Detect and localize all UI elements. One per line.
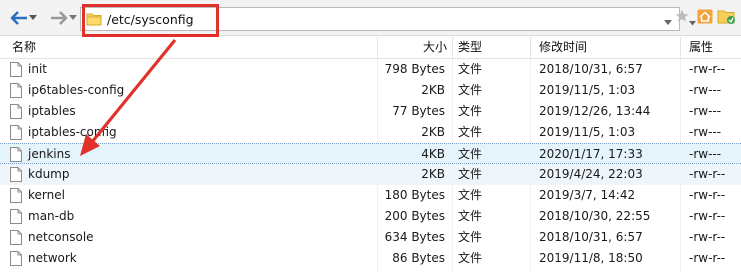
file-size: 2KB	[421, 167, 445, 181]
file-attributes: -rw-r--	[689, 251, 726, 265]
file-modified: 2018/10/31, 6:57	[539, 230, 643, 244]
file-modified: 2019/11/5, 1:03	[539, 125, 636, 139]
file-name: kernel	[28, 188, 65, 202]
file-row[interactable]: iptables-config 2KB 文件 2019/11/5, 1:03 -…	[0, 122, 741, 143]
file-modified: 2019/4/24, 22:03	[539, 167, 643, 181]
home-icon[interactable]	[697, 9, 713, 27]
back-history-dropdown[interactable]	[28, 9, 38, 27]
chevron-down-icon[interactable]	[689, 15, 696, 29]
file-size: 4KB	[421, 147, 445, 161]
folder-icon	[86, 12, 102, 29]
file-attributes: -rw-r--	[689, 209, 726, 223]
column-divider[interactable]	[452, 37, 453, 59]
file-size: 86 Bytes	[392, 251, 445, 265]
file-name: man-db	[28, 209, 75, 223]
file-modified: 2018/10/31, 6:57	[539, 62, 643, 76]
file-icon	[10, 147, 22, 165]
file-modified: 2019/11/5, 1:03	[539, 83, 636, 97]
file-type: 文件	[458, 125, 483, 139]
forward-button[interactable]	[48, 9, 70, 27]
file-name: init	[28, 62, 47, 76]
file-row[interactable]: man-db 200 Bytes 文件 2018/10/30, 22:55 -r…	[0, 206, 741, 227]
file-type: 文件	[458, 209, 483, 223]
file-icon	[10, 62, 22, 80]
file-icon	[10, 188, 22, 206]
star-icon[interactable]	[675, 9, 689, 26]
file-attributes: -rw---	[689, 83, 722, 97]
file-type: 文件	[458, 83, 483, 97]
file-type: 文件	[458, 104, 483, 118]
file-icon	[10, 209, 22, 227]
file-modified: 2019/11/8, 18:50	[539, 251, 643, 265]
file-attributes: -rw---	[689, 147, 722, 161]
file-row[interactable]: netconsole 634 Bytes 文件 2018/10/31, 6:57…	[0, 227, 741, 248]
address-dropdown-icon[interactable]	[664, 15, 672, 29]
back-button[interactable]	[8, 9, 30, 27]
forward-history-dropdown[interactable]	[68, 9, 78, 27]
file-type: 文件	[458, 62, 483, 76]
file-list-header: 名称 大小 类型 修改时间 属性	[0, 37, 741, 59]
file-modified: 2019/12/26, 13:44	[539, 104, 651, 118]
file-icon	[10, 104, 22, 122]
column-divider[interactable]	[377, 37, 378, 59]
forward-arrow-icon	[51, 11, 68, 25]
file-icon	[10, 83, 22, 101]
file-size: 77 Bytes	[392, 104, 445, 118]
file-attributes: -rw---	[689, 125, 722, 139]
column-header-attributes[interactable]: 属性	[689, 37, 713, 59]
file-type: 文件	[458, 188, 483, 202]
file-icon	[10, 251, 22, 269]
chevron-down-icon	[69, 15, 77, 20]
file-row[interactable]: kdump 2KB 文件 2019/4/24, 22:03 -rw-r--	[0, 164, 741, 185]
file-name: iptables-config	[28, 125, 117, 139]
file-modified: 2019/3/7, 14:42	[539, 188, 636, 202]
file-row[interactable]: kernel 180 Bytes 文件 2019/3/7, 14:42 -rw-…	[0, 185, 741, 206]
file-row-selected[interactable]: jenkins 4KB 文件 2020/1/17, 17:33 -rw---	[0, 143, 741, 164]
file-type: 文件	[458, 251, 483, 265]
file-icon	[10, 167, 22, 185]
column-divider[interactable]	[680, 37, 681, 59]
file-attributes: -rw-r--	[689, 188, 726, 202]
file-name: jenkins	[28, 147, 71, 161]
file-icon	[10, 125, 22, 143]
file-name: ip6tables-config	[28, 83, 125, 97]
file-modified: 2020/1/17, 17:33	[539, 147, 643, 161]
file-modified: 2018/10/30, 22:55	[539, 209, 651, 223]
address-bar[interactable]: /etc/sysconfig	[80, 7, 680, 31]
file-name: network	[28, 251, 77, 265]
file-size: 2KB	[421, 125, 445, 139]
back-arrow-icon	[10, 11, 27, 25]
address-path[interactable]: /etc/sysconfig	[107, 12, 194, 27]
column-header-type[interactable]: 类型	[458, 37, 482, 59]
column-header-modified[interactable]: 修改时间	[539, 37, 587, 59]
file-type: 文件	[458, 167, 483, 181]
file-attributes: -rw-r--	[689, 62, 726, 76]
file-attributes: -rw---	[689, 104, 722, 118]
navigation-toolbar: /etc/sysconfig	[0, 0, 741, 37]
file-attributes: -rw-r--	[689, 167, 726, 181]
file-type: 文件	[458, 147, 483, 161]
file-size: 634 Bytes	[384, 230, 445, 244]
column-header-size[interactable]: 大小	[423, 37, 447, 59]
file-row[interactable]: ip6tables-config 2KB 文件 2019/11/5, 1:03 …	[0, 80, 741, 101]
file-size: 2KB	[421, 83, 445, 97]
column-header-name[interactable]: 名称	[12, 37, 36, 59]
file-size: 180 Bytes	[384, 188, 445, 202]
file-size: 200 Bytes	[384, 209, 445, 223]
file-name: netconsole	[28, 230, 94, 244]
chevron-down-icon	[29, 15, 37, 20]
file-icon	[10, 230, 22, 248]
file-row[interactable]: iptables 77 Bytes 文件 2019/12/26, 13:44 -…	[0, 101, 741, 122]
column-divider[interactable]	[530, 37, 531, 59]
file-size: 798 Bytes	[384, 62, 445, 76]
file-row[interactable]: init 798 Bytes 文件 2018/10/31, 6:57 -rw-r…	[0, 59, 741, 80]
folder-sync-icon[interactable]	[717, 8, 737, 29]
file-name: iptables	[28, 104, 76, 118]
file-name: kdump	[28, 167, 70, 181]
file-type: 文件	[458, 230, 483, 244]
file-attributes: -rw-r--	[689, 230, 726, 244]
file-row[interactable]: network 86 Bytes 文件 2019/11/8, 18:50 -rw…	[0, 248, 741, 269]
